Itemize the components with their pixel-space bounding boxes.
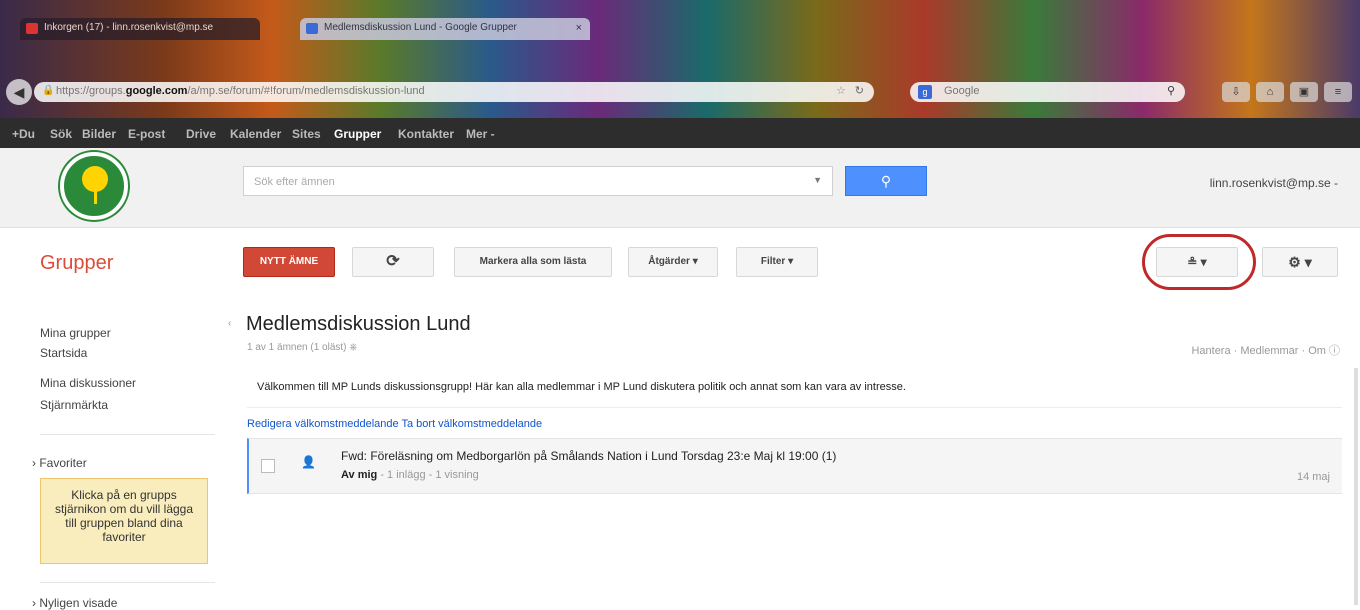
search-placeholder: Sök efter ämnen (254, 176, 335, 188)
bookmark-star-icon[interactable]: ☆ (836, 84, 846, 97)
topic-count: 1 av 1 ämnen (1 oläst) ⎈ (247, 342, 357, 353)
favorites-hint: Klicka på en grupps stjärnikon om du vil… (40, 478, 208, 564)
magnifier-icon[interactable]: ⚲ (1167, 84, 1175, 97)
logo-stem (94, 186, 97, 204)
back-button[interactable]: ◀ (6, 79, 32, 105)
thread-count: (1) (821, 449, 837, 463)
gbar-item[interactable]: Drive (186, 127, 216, 141)
gbar-item[interactable]: Sites (292, 127, 321, 141)
home-icon[interactable]: ⌂ (1256, 82, 1284, 102)
download-icon[interactable]: ⇩ (1222, 82, 1250, 102)
extension-icon[interactable]: ▣ (1290, 82, 1318, 102)
menu-icon[interactable]: ≡ (1324, 82, 1352, 102)
forum-links-text[interactable]: Hantera · Medlemmar · Om (1191, 345, 1325, 357)
gbar-item[interactable]: +Du (12, 127, 35, 141)
refresh-button[interactable]: ⟳ (352, 247, 434, 277)
thread-author: Av mig (341, 469, 378, 481)
tab-groups[interactable]: Medlemsdiskussion Lund - Google Grupper … (300, 18, 590, 40)
welcome-edit-links[interactable]: Redigera välkomstmeddelande Ta bort välk… (247, 418, 542, 430)
org-logo[interactable] (60, 152, 128, 220)
sidebar-divider (40, 434, 215, 435)
account-menu[interactable]: linn.rosenkvist@mp.se - (1210, 176, 1338, 190)
reload-icon[interactable]: ↻ (855, 84, 864, 97)
settings-button[interactable]: ⚙ ▾ (1262, 247, 1338, 277)
favorites-label: Favoriter (39, 456, 87, 470)
thread-title-text[interactable]: Fwd: Föreläsning om Medborgarlön på Smål… (341, 449, 818, 463)
tab-inbox[interactable]: Inkorgen (17) - linn.rosenkvist@mp.se (20, 18, 260, 40)
recent-label: Nyligen visade (39, 596, 118, 610)
new-topic-button[interactable]: NYTT ÄMNE (243, 247, 335, 277)
forum-title: Medlemsdiskussion Lund (246, 313, 471, 335)
red-annotation-circle (1142, 234, 1256, 290)
tab-label: Medlemsdiskussion Lund - Google Grupper (324, 22, 517, 33)
thread-meta: Av mig - 1 inlägg - 1 visning (341, 469, 479, 481)
gbar-item[interactable]: Mer - (466, 127, 495, 141)
url-bar[interactable]: 🔒 https://groups.google.com/a/mp.se/foru… (34, 82, 874, 102)
gbar-item[interactable]: E-post (128, 127, 165, 141)
chevron-down-icon[interactable]: ▼ (813, 175, 822, 185)
thread-checkbox[interactable] (261, 459, 275, 473)
browser-search-box[interactable]: g Google ⚲ (910, 82, 1185, 102)
url-prefix: https://groups. (56, 85, 126, 97)
brand-title[interactable]: Grupper (40, 252, 113, 275)
actions-dropdown[interactable]: Åtgärder ▾ (628, 247, 718, 277)
gmail-icon (26, 23, 38, 34)
recent-header[interactable]: › Nyligen visade (32, 596, 117, 610)
gbar-item[interactable]: Bilder (82, 127, 116, 141)
tab-label: Inkorgen (17) - linn.rosenkvist@mp.se (44, 22, 214, 33)
scrollbar[interactable] (1354, 368, 1358, 605)
thread-title[interactable]: Fwd: Föreläsning om Medborgarlön på Smål… (341, 449, 836, 463)
sidebar-item-starred[interactable]: Stjärnmärkta (40, 398, 108, 412)
url-path: /a/mp.se/forum/#!forum/medlemsdiskussion… (187, 85, 425, 97)
sidebar-item-home[interactable]: Startsida (40, 346, 87, 360)
google-bar: +Du Sök Bilder E-post Drive Kalender Sit… (0, 118, 1360, 148)
forum-links[interactable]: Hantera · Medlemmar · Om ⓘ (1191, 342, 1340, 358)
collapse-sidebar-icon[interactable]: ‹ (228, 318, 231, 329)
filter-dropdown[interactable]: Filter ▾ (736, 247, 818, 277)
table-row[interactable]: 👤 Fwd: Föreläsning om Medborgarlön på Sm… (247, 438, 1342, 494)
info-icon[interactable]: ⓘ (1329, 345, 1340, 357)
refresh-icon: ⟳ (386, 253, 400, 270)
google-search-icon: g (918, 85, 932, 99)
gbar-item[interactable]: Kalender (230, 127, 281, 141)
rss-icon[interactable]: ⎈ (349, 342, 357, 353)
gbar-item[interactable]: Sök (50, 127, 72, 141)
topic-count-text: 1 av 1 ämnen (1 oläst) (247, 342, 347, 353)
search-icon: ⚲ (880, 173, 892, 189)
sidebar-divider (40, 582, 215, 583)
search-engine-label: Google (944, 85, 980, 97)
gbar-item-active[interactable]: Grupper (334, 127, 381, 141)
sidebar-item-my-discussions[interactable]: Mina diskussioner (40, 376, 136, 390)
gbar-item[interactable]: Kontakter (398, 127, 454, 141)
url-domain: google.com (125, 85, 188, 97)
groups-icon (306, 23, 318, 34)
search-input[interactable]: Sök efter ämnen ▼ (243, 166, 833, 196)
tab-strip: Inkorgen (17) - linn.rosenkvist@mp.se Me… (0, 18, 1360, 40)
thread-stats: - 1 inlägg - 1 visning (377, 469, 479, 481)
sidebar-item-my-groups[interactable]: Mina grupper (40, 326, 111, 340)
close-tab-icon[interactable]: × (576, 22, 582, 34)
mark-all-read-button[interactable]: Markera alla som lästa (454, 247, 612, 277)
favorites-header[interactable]: › Favoriter (32, 456, 87, 470)
lock-icon: 🔒 (42, 85, 55, 96)
thread-date: 14 maj (1296, 471, 1330, 483)
welcome-message: Välkommen till MP Lunds diskussionsgrupp… (247, 368, 1342, 408)
search-button[interactable]: ⚲ (845, 166, 927, 196)
person-icon: 👤 (301, 455, 316, 469)
